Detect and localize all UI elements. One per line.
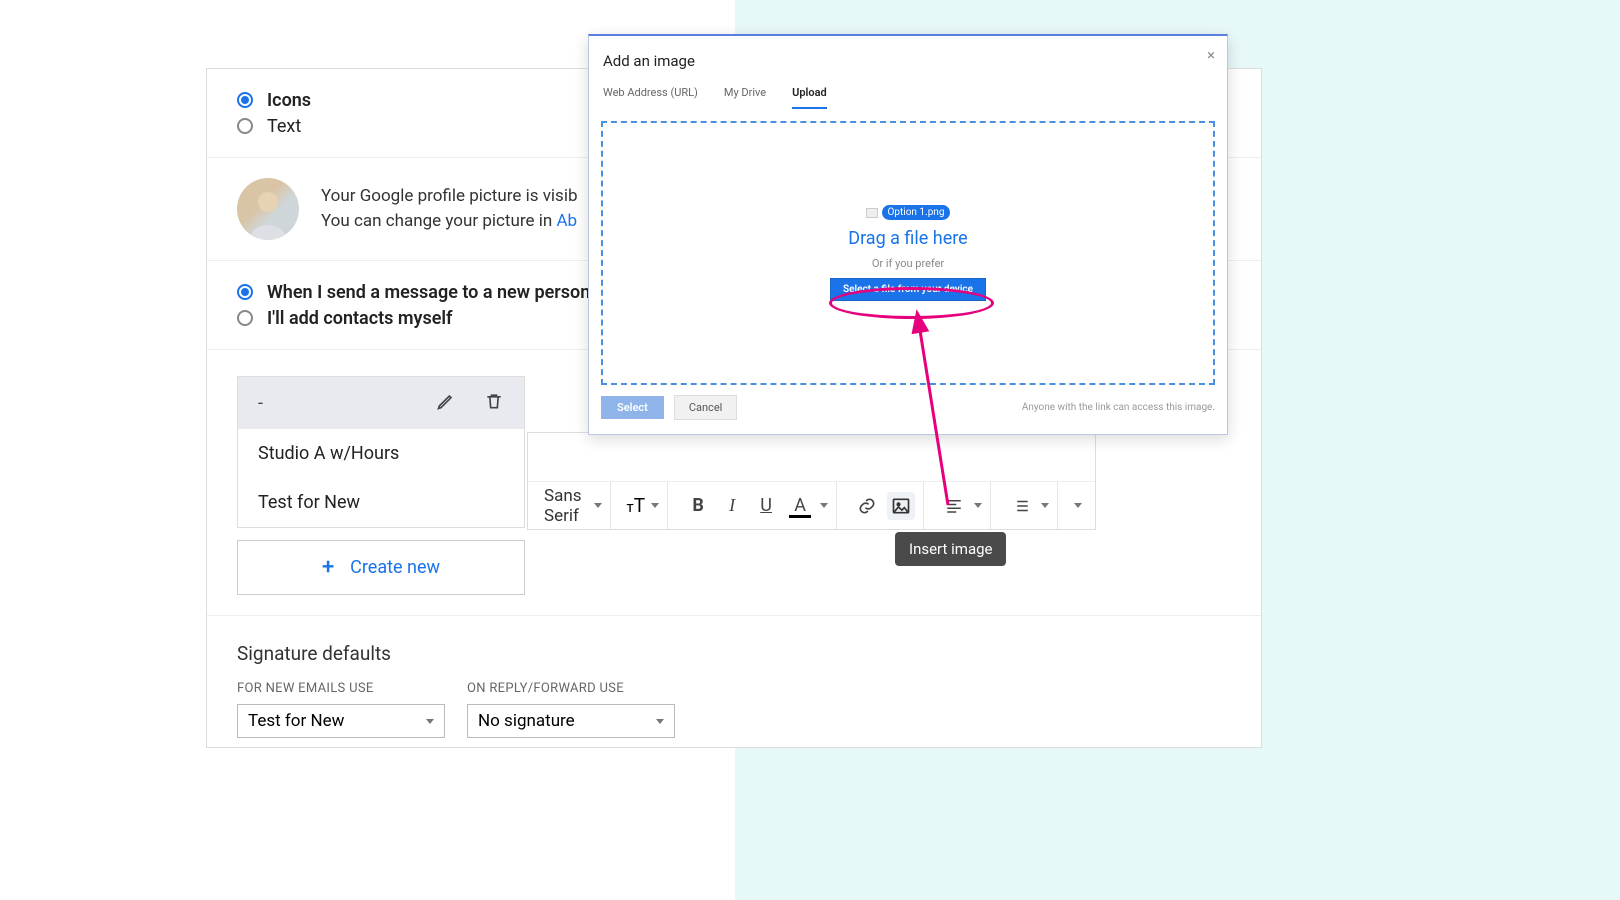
cancel-button[interactable]: Cancel	[674, 395, 737, 420]
insert-image-button[interactable]	[887, 492, 915, 520]
font-family-select[interactable]: Sans Serif	[536, 482, 611, 529]
file-icon	[866, 208, 878, 218]
delete-icon[interactable]	[484, 391, 504, 415]
select-file-button[interactable]: Select a file from your device	[830, 278, 986, 301]
reply-forward-select[interactable]: No signature	[467, 704, 675, 738]
radio-icon	[237, 284, 253, 300]
signature-list: - Studio A w/Hours Test for New	[237, 376, 525, 528]
dropzone[interactable]: Option 1.png Drag a file here Or if you …	[601, 121, 1215, 385]
link-button[interactable]	[853, 492, 881, 520]
radio-label: Text	[267, 116, 301, 137]
signature-defaults-title: Signature defaults	[237, 642, 1231, 665]
signature-editor[interactable]: Sans Serif тT B I U A	[527, 432, 1096, 530]
close-icon[interactable]: ×	[1207, 46, 1215, 64]
chevron-down-icon	[820, 503, 828, 508]
avatar	[237, 178, 299, 240]
text-color-button[interactable]: A	[786, 492, 814, 520]
drag-text: Drag a file here	[848, 228, 967, 249]
radio-label: When I send a message to a new person	[267, 282, 590, 303]
signature-selected[interactable]: -	[238, 377, 524, 429]
signature-item[interactable]: Test for New	[238, 478, 524, 527]
text-size-icon: тT	[627, 494, 646, 517]
radio-icon	[237, 92, 253, 108]
about-me-link[interactable]: Ab	[556, 211, 577, 231]
chevron-down-icon	[656, 719, 664, 724]
radio-icon	[237, 310, 253, 326]
or-text: Or if you prefer	[872, 257, 944, 270]
new-emails-label: FOR NEW EMAILS USE	[237, 681, 445, 696]
add-image-dialog: Add an image × Web Address (URL) My Driv…	[588, 34, 1228, 435]
format-toolbar: Sans Serif тT B I U A	[528, 481, 1095, 529]
reply-forward-label: ON REPLY/FORWARD USE	[467, 681, 675, 696]
plus-icon: +	[322, 555, 334, 580]
chevron-down-icon	[426, 719, 434, 724]
list-button[interactable]	[1007, 492, 1035, 520]
profile-text: Your Google profile picture is visib You…	[321, 184, 578, 235]
tab-web-address[interactable]: Web Address (URL)	[603, 82, 698, 109]
chevron-down-icon	[651, 503, 659, 508]
font-size-select[interactable]: тT	[619, 482, 669, 529]
access-note: Anyone with the link can access this ima…	[1022, 402, 1215, 413]
italic-button[interactable]: I	[718, 492, 746, 520]
more-formatting-icon[interactable]	[1074, 503, 1082, 508]
radio-icon	[237, 118, 253, 134]
select-button[interactable]: Select	[601, 396, 664, 419]
chevron-down-icon	[974, 503, 982, 508]
edit-icon[interactable]	[436, 391, 456, 415]
signature-item[interactable]: Studio A w/Hours	[238, 429, 524, 478]
align-button[interactable]	[940, 492, 968, 520]
tab-upload[interactable]: Upload	[792, 82, 827, 109]
chevron-down-icon	[1041, 503, 1049, 508]
tooltip-insert-image: Insert image	[895, 532, 1006, 566]
underline-button[interactable]: U	[752, 492, 780, 520]
dialog-title: Add an image	[601, 46, 1215, 82]
tab-my-drive[interactable]: My Drive	[724, 82, 766, 109]
new-emails-select[interactable]: Test for New	[237, 704, 445, 738]
bold-button[interactable]: B	[684, 492, 712, 520]
chevron-down-icon	[594, 503, 602, 508]
create-new-button[interactable]: + Create new	[237, 540, 525, 595]
selected-file-chip: Option 1.png	[866, 205, 951, 220]
radio-label: Icons	[267, 90, 311, 111]
radio-label: I'll add contacts myself	[267, 308, 452, 329]
